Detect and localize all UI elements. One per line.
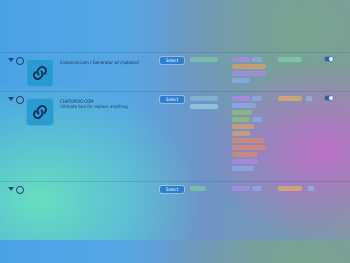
status-square: [306, 96, 312, 101]
select-button[interactable]: Select: [160, 186, 184, 193]
chip-pill: [232, 117, 250, 122]
chip-pill: [232, 138, 264, 143]
chevron-down-icon[interactable]: [8, 187, 14, 191]
chip-row: [232, 117, 270, 122]
chip-pill: [232, 57, 250, 62]
chip-pill: [232, 71, 266, 76]
chevron-down-icon[interactable]: [8, 97, 14, 101]
link-icon: [33, 66, 47, 80]
toggle-switch[interactable]: [324, 56, 334, 62]
chip-pill: [252, 117, 262, 122]
status-square: [308, 186, 314, 191]
select-button[interactable]: Select: [160, 57, 184, 64]
chip-pill: [232, 110, 252, 115]
gear-icon[interactable]: [16, 57, 24, 65]
status-pill: [278, 96, 302, 101]
chip-pill: [232, 186, 250, 191]
chip-pill: [232, 166, 254, 171]
table-row: Select: [0, 183, 350, 263]
gear-icon[interactable]: [16, 186, 24, 194]
chip-pill: [232, 64, 266, 69]
row-thumbnail: [26, 98, 54, 126]
row-tags: [190, 57, 218, 65]
status-pill: [278, 57, 302, 62]
chip-pill: [232, 131, 250, 136]
chip-row: [232, 57, 270, 62]
chip-pill: [232, 96, 250, 101]
chip-pill: [232, 103, 256, 108]
tag-pill: [190, 96, 218, 101]
chip-pill: [252, 96, 262, 101]
gear-icon[interactable]: [16, 96, 24, 104]
table-row: CHATOPSIO.COM Ultimate tool for replace …: [0, 93, 350, 173]
chip-pill: [232, 152, 258, 157]
row-controls: [8, 96, 24, 107]
tag-pill: [190, 57, 218, 62]
row-title: instances.com / Generator w/ clipboard: [60, 60, 139, 65]
row-tags: [190, 186, 218, 194]
row-subtitle: Ultimate tool for replace anything: [60, 104, 128, 109]
chip-pill: [252, 57, 262, 62]
row-chips: [232, 186, 270, 193]
chip-pill: [232, 145, 266, 150]
chip-pill: [232, 124, 254, 129]
chevron-down-icon[interactable]: [8, 58, 14, 62]
app-root: instances.com / Generator w/ clipboard S…: [0, 0, 350, 240]
row-divider: [0, 52, 350, 53]
chip-pill: [232, 78, 250, 83]
status-pill: [278, 186, 302, 191]
chip-pill: [252, 186, 262, 191]
row-controls: [8, 57, 24, 68]
row-controls: [8, 186, 24, 197]
row-divider: [0, 181, 350, 182]
select-button[interactable]: Select: [160, 96, 184, 103]
row-tags: [190, 96, 218, 112]
tag-pill: [190, 186, 206, 191]
row-chips: [232, 96, 270, 173]
link-icon: [33, 105, 47, 119]
tag-pill: [190, 104, 218, 109]
chip-pill: [232, 159, 258, 164]
toggle-switch[interactable]: [324, 95, 334, 101]
row-chips: [232, 57, 270, 85]
chip-row: [232, 186, 270, 191]
chip-row: [232, 96, 270, 101]
row-thumbnail: [26, 59, 54, 87]
